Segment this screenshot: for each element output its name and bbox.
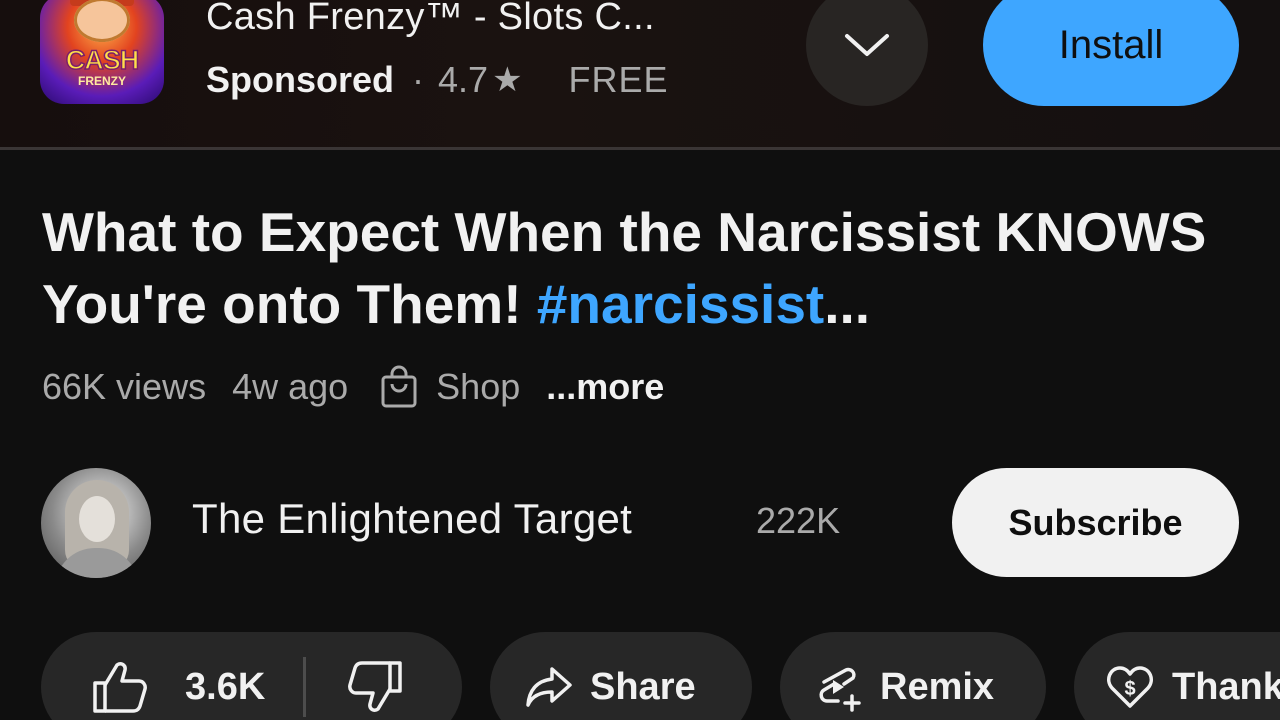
- chevron-down-icon: [845, 34, 889, 56]
- app-rating: 4.7: [438, 59, 489, 100]
- video-meta-row[interactable]: 66K views 4w ago Shop ...more: [42, 362, 664, 412]
- remix-label: Remix: [880, 665, 995, 708]
- share-label: Share: [590, 665, 696, 708]
- remix-button[interactable]: Remix: [780, 632, 1046, 720]
- like-dislike-pill: 3.6K: [41, 632, 462, 720]
- thumbs-up-icon[interactable]: [91, 659, 149, 715]
- hashtag-link[interactable]: #narcissist: [537, 273, 824, 335]
- like-count[interactable]: 3.6K: [185, 666, 265, 709]
- shop-link[interactable]: Shop: [436, 366, 520, 408]
- ad-app-name[interactable]: Cash Frenzy™ - Slots C...: [206, 0, 655, 39]
- heart-dollar-icon: $: [1107, 666, 1153, 708]
- expand-ad-button[interactable]: [806, 0, 928, 106]
- video-title[interactable]: What to Expect When the Narcissist KNOWS…: [42, 196, 1242, 340]
- thumbs-down-icon[interactable]: [346, 659, 404, 715]
- title-ellipsis: ...: [824, 273, 871, 335]
- more-link[interactable]: ...more: [546, 366, 664, 408]
- remix-icon: [819, 667, 861, 712]
- install-button[interactable]: Install: [983, 0, 1239, 106]
- subscriber-count: 222K: [756, 500, 841, 541]
- cash-frenzy-app-icon[interactable]: CASH FRENZY: [40, 0, 164, 104]
- ad-divider: [0, 147, 1280, 150]
- sponsored-label: Sponsored: [206, 59, 395, 100]
- view-count: 66K views: [42, 366, 207, 407]
- character-face-graphic: [74, 0, 130, 42]
- thanks-button[interactable]: $ Thanks: [1074, 632, 1280, 720]
- star-icon: ★: [492, 61, 523, 99]
- channel-avatar[interactable]: [41, 468, 151, 578]
- svg-text:$: $: [1124, 678, 1135, 700]
- like-divider: [303, 657, 307, 717]
- app-icon-logo-text: CASH: [65, 45, 140, 75]
- app-price: FREE: [568, 59, 669, 100]
- share-arrow-icon: [526, 667, 572, 707]
- youtube-watch-page: CASH FRENZY Cash Frenzy™ - Slots C... Sp…: [0, 0, 1280, 720]
- shopping-bag-icon: [381, 365, 417, 408]
- sponsored-ad-banner[interactable]: CASH FRENZY Cash Frenzy™ - Slots C... Sp…: [0, 0, 1280, 148]
- share-button[interactable]: Share: [490, 632, 752, 720]
- subscribe-button[interactable]: Subscribe: [952, 468, 1239, 577]
- channel-name[interactable]: The Enlightened Target: [192, 495, 632, 543]
- meta-separator: ·: [412, 59, 425, 100]
- upload-age: 4w ago: [232, 366, 349, 407]
- app-icon-logo-subtext: FRENZY: [78, 74, 126, 88]
- avatar-face: [79, 496, 115, 542]
- ad-meta-row: Sponsored · 4.7 ★ FREE: [206, 59, 669, 101]
- thanks-label: Thanks: [1172, 665, 1280, 708]
